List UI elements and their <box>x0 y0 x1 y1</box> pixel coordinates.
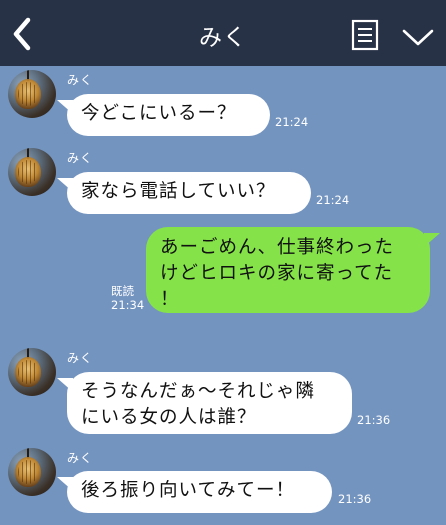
avatar[interactable] <box>8 70 56 118</box>
notes-button[interactable] <box>351 19 379 51</box>
message-bubble[interactable]: 今どこにいるー？ <box>57 94 270 136</box>
sender-name: みく <box>67 73 94 87</box>
message-bubble[interactable]: 家なら電話していい？ <box>57 172 311 214</box>
message-time: 21:36 <box>357 413 391 427</box>
message-text-line: そうなんだぁ〜それじゃ隣 <box>81 381 316 402</box>
avatar[interactable] <box>8 348 56 396</box>
chat-header: みく <box>0 0 446 66</box>
sender-name: みく <box>67 351 94 365</box>
message-text-line: にいる女の人は誰？ <box>81 407 257 428</box>
message-time: 21:24 <box>275 115 309 129</box>
notes-icon <box>351 19 379 51</box>
message-text: 家なら電話していい？ <box>81 181 276 202</box>
chat-area[interactable]: みく 今どこにいるー？ 21:24 みく 家なら電話していい？ 21:24 既読… <box>0 66 446 525</box>
message-text-line: ！ <box>160 289 180 310</box>
message-text: 今どこにいるー？ <box>81 103 237 124</box>
sender-name: みく <box>67 151 94 165</box>
sender-name: みく <box>67 451 94 465</box>
avatar[interactable] <box>8 448 56 496</box>
message-bubble[interactable]: そうなんだぁ〜それじゃ隣 にいる女の人は誰？ <box>57 372 352 434</box>
message-time: 21:34 <box>111 298 145 312</box>
message-text-line: けどヒロキの家に寄ってた <box>160 263 394 284</box>
message-text-line: あーごめん、仕事終わった <box>160 237 395 258</box>
chevron-down-icon <box>402 29 434 46</box>
avatar[interactable] <box>8 148 56 196</box>
message-time: 21:24 <box>316 193 350 207</box>
message-time: 21:36 <box>338 492 372 506</box>
message-bubble[interactable]: 後ろ振り向いてみてー！ <box>57 471 332 513</box>
read-receipt: 既読 <box>111 284 134 298</box>
chat-title: みく <box>199 25 247 51</box>
message-text: 後ろ振り向いてみてー！ <box>81 480 295 501</box>
menu-button[interactable] <box>401 26 435 48</box>
message-bubble[interactable]: あーごめん、仕事終わった けどヒロキの家に寄ってた ！ <box>146 227 440 313</box>
